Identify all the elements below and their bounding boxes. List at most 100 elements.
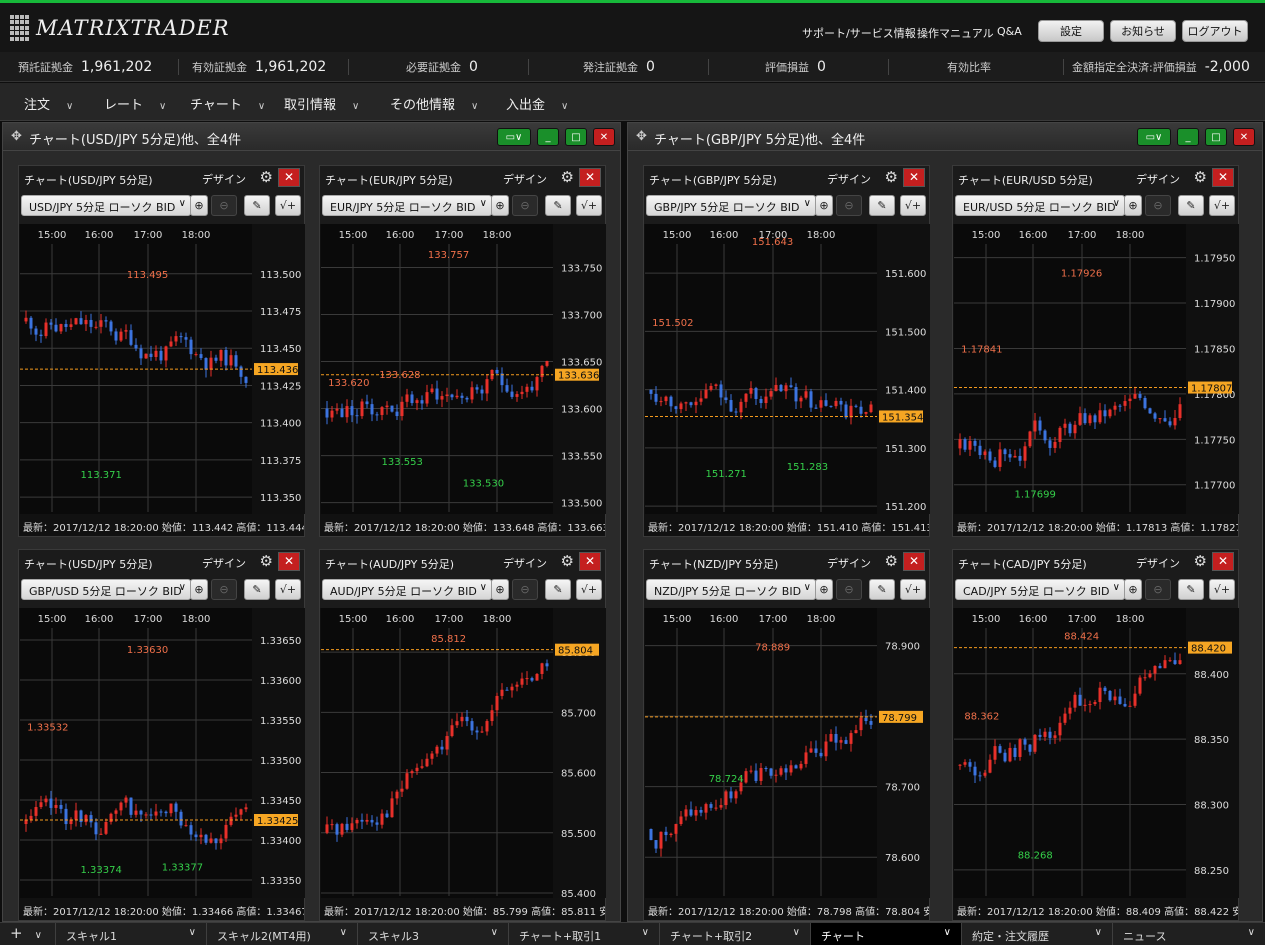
gear-icon[interactable]: ⚙ (885, 168, 898, 186)
minimize-button[interactable]: _ (1177, 128, 1199, 146)
design-button[interactable]: デザイン (202, 171, 246, 187)
tab-chart-trade2[interactable]: チャート+取引2 ∨ (659, 923, 810, 945)
gear-icon[interactable]: ⚙ (885, 552, 898, 570)
tab-chart-trade1[interactable]: チャート+取引1 ∨ (508, 923, 659, 945)
chart-plot-area[interactable]: 15:00 16:00 17:00 18:00 88.400 88.350 88.300 88… (954, 608, 1239, 898)
indicator-icon[interactable]: √+ (576, 195, 602, 216)
design-button[interactable]: デザイン (503, 171, 547, 187)
zoom-out-icon[interactable]: ⊖ (1145, 579, 1171, 600)
draw-pen-icon[interactable]: ✎ (244, 579, 270, 600)
design-button[interactable]: デザイン (202, 555, 246, 571)
zoom-out-icon[interactable]: ⊖ (211, 195, 237, 216)
indicator-icon[interactable]: √+ (275, 579, 301, 600)
panel-menu-button[interactable]: ▭∨ (497, 128, 531, 146)
zoom-in-icon[interactable]: ⊕ (815, 195, 833, 216)
zoom-in-icon[interactable]: ⊕ (190, 579, 208, 600)
menu-order[interactable]: 注文 ∨ (24, 94, 73, 113)
zoom-out-icon[interactable]: ⊖ (512, 579, 538, 600)
panel-menu-button[interactable]: ▭∨ (1137, 128, 1171, 146)
menu-trade-info[interactable]: 取引情報 ∨ (284, 94, 359, 113)
chart-type-select[interactable]: AUD/JPY 5分足 ローソク BID ∨ (322, 579, 492, 600)
chart-widget[interactable]: チャート(AUD/JPY 5分足) デザイン ⚙ ✕ AUD/JPY 5分足 ローソク … (319, 549, 606, 921)
add-tab-button[interactable]: + ∨ (0, 923, 50, 945)
chart-widget[interactable]: チャート(USD/JPY 5分足) デザイン ⚙ ✕ GBP/USD 5分足 ローソク … (18, 549, 305, 921)
chart-type-select[interactable]: GBP/USD 5分足 ローソク BID ∨ (21, 579, 191, 600)
menu-chart[interactable]: チャート ∨ (190, 94, 265, 113)
gear-icon[interactable]: ⚙ (1194, 168, 1207, 186)
draw-pen-icon[interactable]: ✎ (1178, 195, 1204, 216)
zoom-in-icon[interactable]: ⊕ (491, 195, 509, 216)
design-button[interactable]: デザイン (1136, 555, 1180, 571)
design-button[interactable]: デザイン (827, 555, 871, 571)
manual-link[interactable]: 操作マニュアル (917, 25, 994, 41)
zoom-in-icon[interactable]: ⊕ (491, 579, 509, 600)
panel-title-bar[interactable]: ✥ チャート(GBP/JPY 5分足)他、全4件 ▭∨ _ □ ✕ (628, 123, 1262, 151)
chart-type-select[interactable]: GBP/JPY 5分足 ローソク BID ∨ (646, 195, 816, 216)
gear-icon[interactable]: ⚙ (260, 552, 273, 570)
zoom-in-icon[interactable]: ⊕ (1124, 195, 1142, 216)
move-icon[interactable]: ✥ (11, 129, 22, 144)
zoom-out-icon[interactable]: ⊖ (836, 579, 862, 600)
gear-icon[interactable]: ⚙ (260, 168, 273, 186)
chart-widget[interactable]: チャート(GBP/JPY 5分足) デザイン ⚙ ✕ GBP/JPY 5分足 ローソク … (643, 165, 930, 537)
close-icon[interactable]: ✕ (579, 168, 601, 187)
chart-plot-area[interactable]: 15:0016:0017:0018:0078.90078.80078.70078… (645, 608, 930, 898)
zoom-in-icon[interactable]: ⊕ (815, 579, 833, 600)
close-icon[interactable]: ✕ (278, 168, 300, 187)
chart-type-select[interactable]: EUR/JPY 5分足 ローソク BID ∨ (322, 195, 492, 216)
zoom-out-icon[interactable]: ⊖ (512, 195, 538, 216)
draw-pen-icon[interactable]: ✎ (869, 195, 895, 216)
chart-type-select[interactable]: NZD/JPY 5分足 ローソク BID ∨ (646, 579, 816, 600)
gear-icon[interactable]: ⚙ (1194, 552, 1207, 570)
indicator-icon[interactable]: √+ (576, 579, 602, 600)
indicator-icon[interactable]: √+ (900, 579, 926, 600)
chart-widget[interactable]: チャート(EUR/JPY 5分足) デザイン ⚙ ✕ EUR/JPY 5分足 ローソク … (319, 165, 606, 537)
close-icon[interactable]: ✕ (1212, 552, 1234, 571)
tab-scalp2[interactable]: スキャル2(MT4用) ∨ (206, 923, 357, 945)
menu-other-info[interactable]: その他情報 ∨ (390, 94, 478, 113)
chart-widget[interactable]: チャート(CAD/JPY 5分足) デザイン ⚙ ✕ CAD/JPY 5分足 ローソク … (952, 549, 1239, 921)
notice-button[interactable]: お知らせ (1110, 20, 1176, 42)
menu-rate[interactable]: レート ∨ (104, 94, 166, 113)
maximize-button[interactable]: □ (1205, 128, 1227, 146)
gear-icon[interactable]: ⚙ (561, 552, 574, 570)
draw-pen-icon[interactable]: ✎ (545, 195, 571, 216)
chart-widget[interactable]: チャート(USD/JPY 5分足) デザイン ⚙ ✕ USD/JPY 5分足 ローソク … (18, 165, 305, 537)
zoom-out-icon[interactable]: ⊖ (211, 579, 237, 600)
chart-widget[interactable]: チャート(EUR/USD 5分足) デザイン ⚙ ✕ EUR/USD 5分足 ローソク … (952, 165, 1239, 537)
chart-plot-area[interactable]: 15:00 16:00 17:00 18:00 113.500 113.475 113.45… (20, 224, 305, 514)
zoom-out-icon[interactable]: ⊖ (836, 195, 862, 216)
close-panel-button[interactable]: ✕ (593, 128, 615, 146)
chart-widget[interactable]: チャート(NZD/JPY 5分足) デザイン ⚙ ✕ NZD/JPY 5分足 ローソク … (643, 549, 930, 921)
close-icon[interactable]: ✕ (1212, 168, 1234, 187)
design-button[interactable]: デザイン (827, 171, 871, 187)
panel-title-bar[interactable]: ✥ チャート(USD/JPY 5分足)他、全4件 ▭∨ _ □ ✕ (3, 123, 620, 151)
minimize-button[interactable]: _ (537, 128, 559, 146)
chart-type-select[interactable]: EUR/USD 5分足 ローソク BID ∨ (955, 195, 1125, 216)
settings-button[interactable]: 設定 (1038, 20, 1104, 42)
tab-execution-history[interactable]: 約定・注文履歴 ∨ (961, 923, 1112, 945)
close-icon[interactable]: ✕ (903, 168, 925, 187)
draw-pen-icon[interactable]: ✎ (1178, 579, 1204, 600)
close-icon[interactable]: ✕ (903, 552, 925, 571)
chart-type-select[interactable]: CAD/JPY 5分足 ローソク BID ∨ (955, 579, 1125, 600)
support-link[interactable]: サポート/サービス情報 (802, 25, 916, 41)
design-button[interactable]: デザイン (1136, 171, 1180, 187)
menu-deposit-withdraw[interactable]: 入出金 ∨ (506, 94, 568, 113)
chart-plot-area[interactable]: 15:00 16:00 17:00 18:00 133.750 133.700 133.65… (321, 224, 606, 514)
indicator-icon[interactable]: √+ (1209, 195, 1235, 216)
indicator-icon[interactable]: √+ (275, 195, 301, 216)
maximize-button[interactable]: □ (565, 128, 587, 146)
close-icon[interactable]: ✕ (579, 552, 601, 571)
draw-pen-icon[interactable]: ✎ (869, 579, 895, 600)
draw-pen-icon[interactable]: ✎ (545, 579, 571, 600)
zoom-out-icon[interactable]: ⊖ (1145, 195, 1171, 216)
chart-type-select[interactable]: USD/JPY 5分足 ローソク BID ∨ (21, 195, 191, 216)
tab-scalp3[interactable]: スキャル3 ∨ (357, 923, 508, 945)
gear-icon[interactable]: ⚙ (561, 168, 574, 186)
tab-chart[interactable]: チャート ∨ (810, 923, 961, 945)
zoom-in-icon[interactable]: ⊕ (190, 195, 208, 216)
move-icon[interactable]: ✥ (636, 129, 647, 144)
close-icon[interactable]: ✕ (278, 552, 300, 571)
chart-plot-area[interactable]: 15:0016:0017:0018:0085.80085.70085.60085… (321, 608, 606, 898)
